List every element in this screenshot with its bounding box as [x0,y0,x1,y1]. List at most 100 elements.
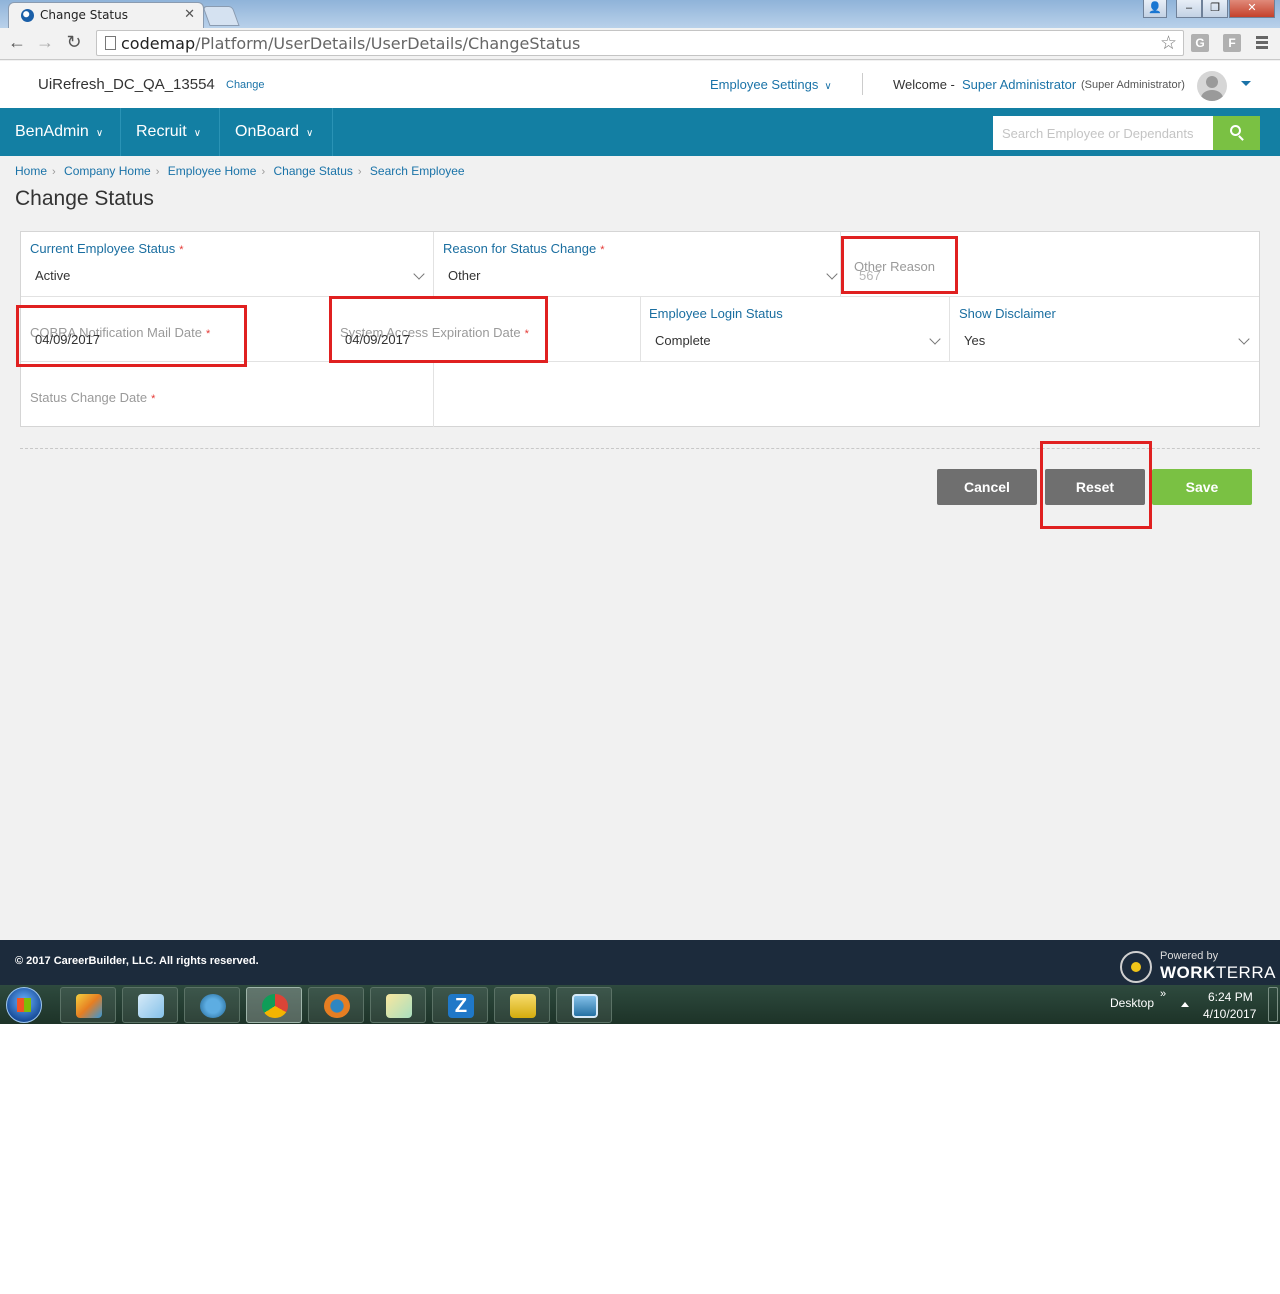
reload-icon[interactable]: ↻ [63,32,85,53]
taskbar-sticky-notes[interactable] [370,987,426,1023]
address-bar[interactable]: codemap/Platform/UserDetails/UserDetails… [96,30,1184,56]
os-taskbar: Z Desktop » 6:24 PM 4/10/2017 [0,985,1280,1024]
current-status-value: Active [35,268,71,283]
extension-g-icon[interactable]: G [1191,34,1209,52]
start-button[interactable] [6,987,42,1023]
internet-explorer-icon [200,994,226,1018]
status-change-date-label: Status Change Date * [30,390,156,405]
reason-value: Other [448,268,481,283]
browser-tab[interactable]: Change Status ✕ [8,2,204,28]
current-status-select[interactable]: Current Employee Status * Active [21,232,434,297]
nav-benadmin[interactable]: BenAdmin ∨ [0,108,121,156]
reason-label: Reason for Status Change * [443,241,605,256]
chevron-down-icon [1238,333,1250,345]
chevron-down-icon [413,268,425,280]
close-window-button[interactable]: ✕ [1229,0,1275,18]
user-name-link[interactable]: Super Administrator [962,77,1076,92]
main-nav: BenAdmin ∨ Recruit ∨ OnBoard ∨ [0,108,1280,156]
taskbar-ie[interactable] [184,987,240,1023]
sticky-notes-icon [386,994,412,1018]
welcome-text: Welcome - [893,77,955,92]
powered-by-text: Powered by [1160,950,1219,962]
bookmark-star-icon[interactable]: ☆ [1160,32,1177,55]
nav-onboard[interactable]: OnBoard ∨ [220,108,333,156]
taskbar-firefox[interactable] [308,987,364,1023]
save-button[interactable]: Save [1152,469,1252,505]
taskbar-chrome[interactable] [246,987,302,1023]
extension-f-icon[interactable]: F [1223,34,1241,52]
company-name: UiRefresh_DC_QA_13554 [38,76,215,93]
tab-close-icon[interactable]: ✕ [184,6,195,22]
browser-menu-icon[interactable] [1256,36,1268,51]
login-status-label: Employee Login Status [649,306,783,321]
page-title: Change Status [15,187,154,210]
taskbar-paint[interactable] [60,987,116,1023]
maximize-button[interactable]: ❐ [1202,0,1228,18]
windows-logo-icon [17,998,31,1012]
show-disclaimer-select[interactable]: Show Disclaimer Yes [950,297,1259,362]
breadcrumb-company-home[interactable]: Company Home [64,164,151,178]
notes-icon [138,994,164,1018]
taskbar-screenshot[interactable] [556,987,612,1023]
chevron-down-icon [929,333,941,345]
cobra-date-value: 04/09/2017 [35,332,101,347]
paint-icon [76,994,102,1018]
brand-name: WORKTERRA [1160,963,1276,982]
toolbar-overflow-icon[interactable]: » [1160,988,1166,1000]
search-employee-input[interactable] [993,116,1213,150]
other-reason-label: Other Reason [854,259,935,274]
minimize-button[interactable]: – [1176,0,1202,18]
chevron-down-icon: ∨ [306,128,314,139]
chevron-down-icon: ∨ [824,81,832,92]
breadcrumb-search-employee[interactable]: Search Employee [370,164,465,178]
desktop-toolbar-label[interactable]: Desktop [1110,996,1154,1010]
avatar[interactable] [1197,71,1227,101]
change-company-link[interactable]: Change [226,79,265,91]
site-favicon-icon [21,9,34,22]
copyright-text: © 2017 CareerBuilder, LLC. All rights re… [15,955,259,967]
folder-icon [510,994,536,1018]
breadcrumb: Home › Company Home › Employee Home › Chang… [15,164,465,178]
show-desktop-button[interactable] [1268,987,1278,1022]
user-profile-icon[interactable]: 👤 [1143,0,1167,18]
cancel-button[interactable]: Cancel [937,469,1037,505]
change-status-form: Current Employee Status * Active Reason f… [20,231,1260,427]
page-icon [105,36,116,50]
taskbar-notes[interactable] [122,987,178,1023]
taskbar-explorer[interactable] [494,987,550,1023]
back-arrow-icon[interactable]: ← [6,32,28,53]
user-role: (Super Administrator) [1081,79,1185,91]
page-footer: © 2017 CareerBuilder, LLC. All rights re… [0,940,1280,985]
z-app-icon: Z [448,994,474,1018]
cobra-date-field[interactable]: COBRA Notification Mail Date * 04/09/2017 [21,297,331,362]
reset-button[interactable]: Reset [1045,469,1145,505]
taskbar-z-app[interactable]: Z [432,987,488,1023]
forward-arrow-icon[interactable]: → [34,32,56,53]
chevron-down-icon: ∨ [193,128,202,139]
browser-toolbar: ← → ↻ codemap/Platform/UserDetails/UserD… [0,28,1280,60]
chrome-icon [262,994,288,1018]
new-tab-button[interactable] [202,6,240,26]
picture-icon [572,994,598,1018]
header-divider [862,73,863,95]
nav-recruit[interactable]: Recruit ∨ [121,108,220,156]
clock-date[interactable]: 4/10/2017 [1203,1007,1256,1021]
access-expiration-value: 04/09/2017 [345,332,411,347]
user-menu-caret-icon[interactable] [1241,81,1251,86]
clock-time[interactable]: 6:24 PM [1208,990,1253,1004]
search-button[interactable] [1213,116,1260,150]
other-reason-field[interactable]: 567 Other Reason [841,232,1259,297]
breadcrumb-home[interactable]: Home [15,164,47,178]
tray-expand-icon[interactable] [1181,1002,1189,1007]
firefox-icon [324,994,350,1018]
status-change-date-field[interactable]: Status Change Date * [21,362,434,427]
show-disclaimer-label: Show Disclaimer [959,306,1056,321]
breadcrumb-change-status[interactable]: Change Status [273,164,352,178]
login-status-select[interactable]: Employee Login Status Complete [641,297,950,362]
employee-settings-menu[interactable]: Employee Settings ∨ [710,77,832,92]
breadcrumb-employee-home[interactable]: Employee Home [168,164,257,178]
reason-select[interactable]: Reason for Status Change * Other [434,232,841,297]
screen: Change Status ✕ 👤 – ❐ ✕ ← → ↻ codemap/Pl… [0,0,1280,1024]
access-expiration-date-field[interactable]: System Access Expiration Date * 04/09/201… [331,297,641,362]
form-divider [20,448,1260,449]
